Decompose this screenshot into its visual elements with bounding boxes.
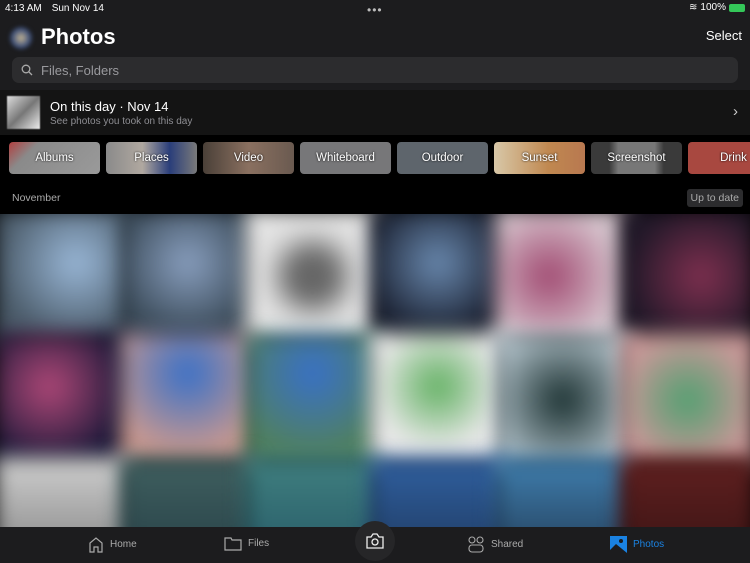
battery-icon [729,3,745,12]
photo-thumbnail[interactable] [120,457,255,527]
tab-files[interactable]: Files [224,536,269,551]
tab-home[interactable]: Home [88,536,137,553]
category-chip-outdoor[interactable]: Outdoor [397,142,488,174]
on-this-day-thumbnail [7,96,40,129]
photo-thumbnail[interactable] [495,457,630,527]
category-chip-sunset[interactable]: Sunset [494,142,585,174]
photo-thumbnail[interactable] [620,214,750,343]
chip-label: Drink [720,152,747,164]
photo-thumbnail[interactable] [370,333,505,467]
category-chip-whiteboard[interactable]: Whiteboard [300,142,391,174]
tab-label: Photos [633,539,665,550]
photo-thumbnail[interactable] [0,333,130,467]
photo-thumbnail[interactable] [120,214,255,343]
multitasking-dots-icon[interactable]: ••• [367,3,383,17]
category-chip-albums[interactable]: Albums [9,142,100,174]
photo-thumbnail[interactable] [370,457,505,527]
camera-button[interactable] [355,521,395,561]
category-chip-screenshot[interactable]: Screenshot [591,142,682,174]
photo-grid [0,214,750,527]
tab-photos[interactable]: Photos [610,536,664,553]
photo-thumbnail[interactable] [495,214,630,343]
category-chip-video[interactable]: Video [203,142,294,174]
page-title: Photos [41,24,116,49]
photo-thumbnail[interactable] [245,333,380,467]
photo-thumbnail[interactable] [370,214,505,343]
battery-percent: 100% [700,2,726,13]
tab-label: Home [110,539,137,550]
sync-status-badge: Up to date [686,189,743,207]
folder-icon [224,537,242,551]
app-logo-icon [10,27,32,49]
search-placeholder: Files, Folders [41,62,120,78]
chip-label: Whiteboard [316,152,375,164]
tab-label: Files [248,538,270,549]
chip-label: Video [233,152,264,164]
photo-thumbnail[interactable] [120,333,255,467]
category-chip-places[interactable]: Places [106,142,197,174]
photo-thumbnail[interactable] [620,333,750,467]
tab-shared[interactable]: Shared [467,536,523,553]
header: Photos Select Files, Folders [0,16,750,90]
chip-label: Outdoor [421,152,464,164]
photos-icon [610,536,627,553]
photo-thumbnail[interactable] [620,457,750,527]
photo-thumbnail[interactable] [0,457,130,527]
chip-label: Sunset [521,152,558,164]
chip-label: Screenshot [607,152,666,164]
chip-label: Places [134,152,169,164]
photo-thumbnail[interactable] [245,457,380,527]
on-this-day-banner[interactable]: On this day · Nov 14 See photos you took… [0,90,750,135]
wifi-icon: ≋ [689,2,698,13]
photo-thumbnail[interactable] [0,214,130,343]
search-icon [21,64,33,76]
chip-label: Albums [35,152,74,164]
tab-label: Shared [491,539,524,550]
photo-thumbnail[interactable] [495,333,630,467]
camera-icon [366,533,384,549]
category-chips: Albums Places Video Whiteboard Outdoor Sunset… [9,142,750,174]
tab-bar: Home Files Shared Photos [0,521,750,563]
on-this-day-title: On this day · Nov 14 [50,98,169,114]
section-month: November [12,192,61,204]
chevron-right-icon: › [733,103,738,120]
status-bar: 4:13 AM Sun Nov 14 ••• ≋ 100% [0,0,750,17]
photo-thumbnail[interactable] [245,214,380,343]
select-button[interactable]: Select [706,28,742,43]
category-chip-drink[interactable]: Drink [688,142,750,174]
status-time: 4:13 AM [5,2,42,14]
home-icon [89,537,103,553]
shared-icon [468,536,484,553]
on-this-day-subtitle: See photos you took on this day [50,115,193,127]
status-date: Sun Nov 14 [51,2,104,14]
search-input[interactable]: Files, Folders [12,57,738,83]
